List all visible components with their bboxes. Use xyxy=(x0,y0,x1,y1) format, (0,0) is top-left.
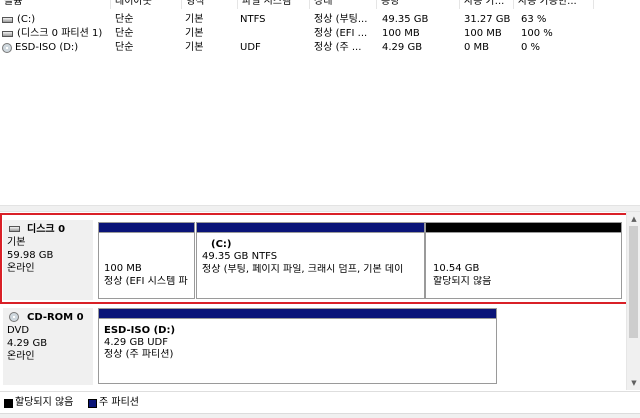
scroll-up-arrow-icon[interactable]: ▲ xyxy=(627,212,640,226)
volume-status: 정상 (주 ... xyxy=(314,42,362,53)
disk-name: 디스크 0 xyxy=(27,224,66,235)
column-header-status[interactable]: 상태 xyxy=(310,0,377,9)
partition-c[interactable]: (C:) 49.35 GB NTFS 정상 (부팅, 페이지 파일, 크래시 덤… xyxy=(196,222,425,299)
column-header-capacity[interactable]: 용량 xyxy=(377,0,460,9)
legend-label: 주 파티션 xyxy=(99,397,139,408)
pane-splitter[interactable] xyxy=(0,205,640,212)
legend-swatch xyxy=(88,399,97,408)
volume-type: 기본 xyxy=(185,14,204,25)
volume-free-space: 0 MB xyxy=(464,42,490,53)
partition-label: ESD-ISO (D:) xyxy=(104,325,176,336)
disk-name: CD-ROM 0 xyxy=(27,312,84,323)
partition-label: (C:) xyxy=(211,239,232,250)
volume-type: 기본 xyxy=(185,28,204,39)
partition-status: 정상 (EFI 시스템 파 xyxy=(104,276,188,287)
disk-state: 온라인 xyxy=(7,351,35,362)
volume-capacity: 100 MB xyxy=(382,28,420,39)
volume-percent-free: 63 % xyxy=(521,14,547,25)
volume-row-c[interactable]: (C:) 단순 기본 NTFS 정상 (부팅... 49.35 GB 31.27… xyxy=(0,13,640,27)
column-header-percent-free[interactable]: 사용 가능한... xyxy=(514,0,594,9)
partition-size: 100 MB xyxy=(104,263,142,274)
disk-graphical-view: 디스크 0 기본 59.98 GB 온라인 100 MB 정상 (EFI 시스템… xyxy=(0,212,626,390)
partition-band xyxy=(197,223,424,233)
volume-type: 기본 xyxy=(185,42,204,53)
column-header-file-system[interactable]: 파일 시스템 xyxy=(238,0,310,9)
volume-capacity: 4.29 GB xyxy=(382,42,423,53)
disk-0-label[interactable]: 디스크 0 기본 59.98 GB 온라인 xyxy=(3,220,93,300)
volume-free-space: 100 MB xyxy=(464,28,502,39)
scroll-down-arrow-icon[interactable]: ▼ xyxy=(627,376,640,390)
partition-band xyxy=(99,223,194,233)
volume-name: (디스크 0 파티션 1) xyxy=(17,28,103,39)
volume-file-system: UDF xyxy=(240,42,261,53)
cdrom-icon xyxy=(9,312,19,322)
partition-status: 할당되지 않음 xyxy=(433,276,492,287)
status-strip xyxy=(0,413,640,418)
volume-status: 정상 (EFI ... xyxy=(314,28,368,39)
volume-name: ESD-ISO (D:) xyxy=(15,42,79,53)
cdrom-0-label[interactable]: CD-ROM 0 DVD 4.29 GB 온라인 xyxy=(3,308,93,385)
volume-layout: 단순 xyxy=(115,28,134,39)
column-header-type[interactable]: 형식 xyxy=(182,0,238,9)
partition-size: 10.54 GB xyxy=(433,263,480,274)
volume-status: 정상 (부팅... xyxy=(314,14,368,25)
hard-disk-icon xyxy=(9,226,20,232)
legend-item-primary-partition: 주 파티션 xyxy=(88,397,139,409)
partition-status: 정상 (주 파티션) xyxy=(104,349,174,360)
volume-percent-free: 100 % xyxy=(521,28,553,39)
disk-kind: DVD xyxy=(7,325,30,336)
disk-size: 59.98 GB xyxy=(7,250,54,261)
disk-state: 온라인 xyxy=(7,263,35,274)
legend-swatch xyxy=(4,399,13,408)
volume-row-disk0-partition1[interactable]: (디스크 0 파티션 1) 단순 기본 정상 (EFI ... 100 MB 1… xyxy=(0,27,640,41)
legend-label: 할당되지 않음 xyxy=(15,397,74,408)
partition-status: 정상 (부팅, 페이지 파일, 크래시 덤프, 기본 데이 xyxy=(202,264,404,275)
volume-row-esd-iso[interactable]: ESD-ISO (D:) 단순 기본 UDF 정상 (주 ... 4.29 GB… xyxy=(0,41,640,55)
partition-esd-iso[interactable]: ESD-ISO (D:) 4.29 GB UDF 정상 (주 파티션) xyxy=(98,308,497,384)
volume-layout: 단순 xyxy=(115,42,134,53)
legend-item-unallocated: 할당되지 않음 xyxy=(4,397,73,409)
column-header-free-space[interactable]: 사용 가... xyxy=(460,0,514,9)
volume-list-header: 볼륨 레이아웃 형식 파일 시스템 상태 용량 사용 가... 사용 가능한..… xyxy=(0,0,640,9)
volume-layout: 단순 xyxy=(115,14,134,25)
volume-percent-free: 0 % xyxy=(521,42,541,53)
volume-name: (C:) xyxy=(17,14,36,25)
volume-list: 볼륨 레이아웃 형식 파일 시스템 상태 용량 사용 가... 사용 가능한..… xyxy=(0,0,640,205)
graphical-view-scrollbar[interactable]: ▲ ▼ xyxy=(626,212,640,390)
column-header-volume[interactable]: 볼륨 xyxy=(0,0,111,9)
volume-free-space: 31.27 GB xyxy=(464,14,511,25)
volume-file-system: NTFS xyxy=(240,14,266,25)
column-header-layout[interactable]: 레이아웃 xyxy=(111,0,182,9)
partition-band xyxy=(426,223,621,233)
disk-size: 4.29 GB xyxy=(7,338,48,349)
volume-file-system xyxy=(240,27,308,41)
partition-efi[interactable]: 100 MB 정상 (EFI 시스템 파 xyxy=(98,222,195,299)
partition-size: 49.35 GB NTFS xyxy=(202,251,278,262)
disc-icon xyxy=(2,43,12,53)
drive-icon xyxy=(2,17,13,23)
drive-icon xyxy=(2,31,13,37)
disk-kind: 기본 xyxy=(7,237,26,248)
scrollbar-thumb[interactable] xyxy=(629,226,638,338)
volume-capacity: 49.35 GB xyxy=(382,14,429,25)
partition-band xyxy=(99,309,496,319)
partition-unallocated[interactable]: 10.54 GB 할당되지 않음 xyxy=(425,222,622,299)
partition-size: 4.29 GB UDF xyxy=(104,337,169,348)
